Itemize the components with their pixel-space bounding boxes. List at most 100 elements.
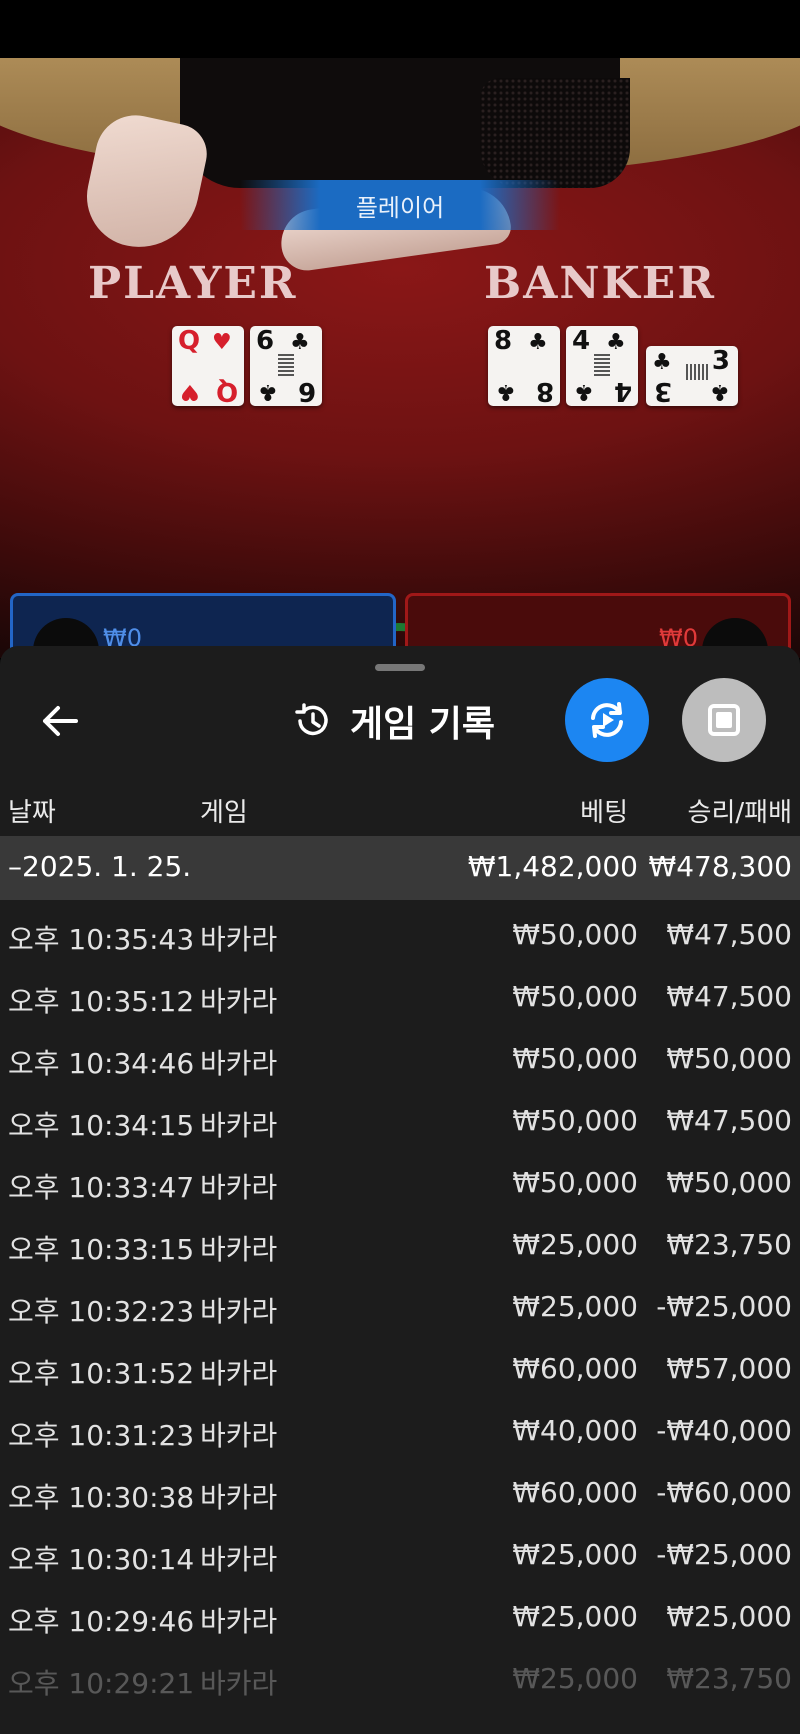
history-row[interactable]: 오후 10:31:23 바카라 ₩40,000 -₩40,000 <box>0 1398 800 1460</box>
row-win-loss: ₩47,500 <box>666 980 792 1013</box>
row-win-loss: ₩47,500 <box>666 918 792 951</box>
column-win-loss: 승리/패배 <box>687 798 792 828</box>
column-game: 게임 <box>200 798 248 828</box>
column-date: 날짜 <box>8 798 56 828</box>
heart-icon: ♥ <box>212 330 232 355</box>
row-time: 오후 10:33:15 <box>8 1233 195 1266</box>
row-bet: ₩60,000 <box>512 1476 638 1509</box>
arrow-left-icon <box>43 706 78 736</box>
history-row[interactable]: 오후 10:33:15 바카라 ₩25,000 ₩23,750 <box>0 1212 800 1274</box>
row-game: 바카라 <box>200 1419 278 1452</box>
history-row[interactable]: 오후 10:29:46 바카라 ₩25,000 ₩25,000 <box>0 1584 800 1646</box>
history-row[interactable]: 오후 10:33:47 바카라 ₩50,000 ₩50,000 <box>0 1150 800 1212</box>
row-game: 바카라 <box>200 985 278 1018</box>
row-time: 오후 10:30:14 <box>8 1543 195 1576</box>
replay-button[interactable] <box>565 678 649 762</box>
row-game: 바카라 <box>200 1295 278 1328</box>
sheet-drag-handle[interactable] <box>375 664 425 671</box>
row-game: 바카라 <box>200 1605 278 1638</box>
history-row[interactable]: 오후 10:32:23 바카라 ₩25,000 -₩25,000 <box>0 1274 800 1336</box>
card-rank: 8 <box>494 326 513 356</box>
group-total-bet: ₩1,482,000 <box>467 850 638 883</box>
row-bet: ₩60,000 <box>512 1352 638 1385</box>
card-rank: 6 <box>297 376 316 406</box>
history-row[interactable]: 오후 10:29:21 바카라 ₩25,000 ₩23,750 <box>0 1646 800 1708</box>
row-time: 오후 10:31:23 <box>8 1419 195 1452</box>
live-game-view: 플레이어 PLAYER BANKER Q ♥ ♥ Q 6 ♣ ♣ 6 8 ♣ ♣… <box>0 58 800 658</box>
history-row[interactable]: 오후 10:31:52 바카라 ₩60,000 ₩57,000 <box>0 1336 800 1398</box>
history-row[interactable]: 오후 10:34:15 바카라 ₩50,000 ₩47,500 <box>0 1088 800 1150</box>
row-time: 오후 10:31:52 <box>8 1357 195 1390</box>
row-game: 바카라 <box>200 1233 278 1266</box>
row-bet: ₩50,000 <box>512 918 638 951</box>
group-total-win-loss: ₩478,300 <box>648 850 792 883</box>
row-win-loss: -₩25,000 <box>656 1538 792 1571</box>
history-row[interactable]: 오후 10:30:38 바카라 ₩60,000 -₩60,000 <box>0 1460 800 1522</box>
result-banner-text: 플레이어 <box>355 193 445 222</box>
history-icon <box>295 703 328 736</box>
row-game: 바카라 <box>200 1171 278 1204</box>
row-win-loss: ₩23,750 <box>666 1662 792 1695</box>
row-game: 바카라 <box>200 1047 278 1080</box>
row-time: 오후 10:33:47 <box>8 1171 195 1204</box>
row-bet: ₩50,000 <box>512 1104 638 1137</box>
replay-icon <box>591 702 623 738</box>
status-bar <box>0 0 800 58</box>
row-game: 바카라 <box>200 1109 278 1142</box>
row-time: 오후 10:30:38 <box>8 1481 195 1514</box>
row-time: 오후 10:34:15 <box>8 1109 195 1142</box>
card-rank: 6 <box>256 326 275 356</box>
row-time: 오후 10:32:23 <box>8 1295 195 1328</box>
player-label: PLAYER <box>88 258 298 309</box>
row-win-loss: ₩23,750 <box>666 1228 792 1261</box>
club-icon: ♣ <box>290 330 310 355</box>
card-pattern <box>686 364 708 380</box>
history-row[interactable]: 오후 10:34:46 바카라 ₩50,000 ₩50,000 <box>0 1026 800 1088</box>
history-row[interactable]: 오후 10:30:14 바카라 ₩25,000 -₩25,000 <box>0 1522 800 1584</box>
player-card-2: 6 ♣ ♣ 6 <box>250 326 322 406</box>
dealer-sleeve <box>480 78 630 188</box>
row-win-loss: ₩57,000 <box>666 1352 792 1385</box>
card-rank: 4 <box>613 376 632 406</box>
history-list: 오후 10:35:43 바카라 ₩50,000 ₩47,500 오후 10:35:12 바… <box>0 902 800 1708</box>
row-time: 오후 10:35:43 <box>8 923 195 956</box>
club-icon: ♣ <box>496 379 516 404</box>
banker-label: BANKER <box>484 258 716 309</box>
row-bet: ₩40,000 <box>512 1414 638 1447</box>
row-bet: ₩25,000 <box>512 1290 638 1323</box>
row-win-loss: ₩50,000 <box>666 1166 792 1199</box>
history-row[interactable]: 오후 10:35:12 바카라 ₩50,000 ₩47,500 <box>0 964 800 1026</box>
sheet-title-group: 게임 기록 <box>292 686 495 756</box>
row-bet: ₩50,000 <box>512 1166 638 1199</box>
row-win-loss: -₩40,000 <box>656 1414 792 1447</box>
banker-card-3: 3 ♣ 3 ♣ <box>646 346 738 406</box>
page-title: 게임 기록 <box>350 704 496 745</box>
row-time: 오후 10:29:21 <box>8 1667 195 1700</box>
club-icon: ♣ <box>606 330 626 355</box>
club-icon: ♣ <box>710 379 730 404</box>
card-rank: 8 <box>535 376 554 406</box>
card-rank: 3 <box>654 376 673 406</box>
row-bet: ₩50,000 <box>512 980 638 1013</box>
player-card-1: Q ♥ ♥ Q <box>172 326 244 406</box>
club-icon: ♣ <box>528 330 548 355</box>
row-game: 바카라 <box>200 1543 278 1576</box>
row-time: 오후 10:29:46 <box>8 1605 195 1638</box>
banker-card-2: 4 ♣ ♣ 4 <box>566 326 638 406</box>
row-time: 오후 10:34:46 <box>8 1047 195 1080</box>
row-game: 바카라 <box>200 1481 278 1514</box>
row-win-loss: -₩25,000 <box>656 1290 792 1323</box>
history-row[interactable]: 오후 10:35:43 바카라 ₩50,000 ₩47,500 <box>0 902 800 964</box>
row-win-loss: ₩25,000 <box>666 1600 792 1633</box>
card-rank: Q <box>215 376 238 406</box>
column-bet: 베팅 <box>580 798 628 828</box>
row-bet: ₩25,000 <box>512 1538 638 1571</box>
back-button[interactable] <box>30 691 90 751</box>
row-time: 오후 10:35:12 <box>8 985 195 1018</box>
table-header: 날짜 게임 베팅 승리/패배 <box>0 784 800 834</box>
date-group-row[interactable]: –2025. 1. 25. ₩1,482,000 ₩478,300 <box>0 836 800 900</box>
result-banner: 플레이어 <box>240 180 560 230</box>
row-bet: ₩50,000 <box>512 1042 638 1075</box>
row-game: 바카라 <box>200 1357 278 1390</box>
stop-button[interactable] <box>682 678 766 762</box>
